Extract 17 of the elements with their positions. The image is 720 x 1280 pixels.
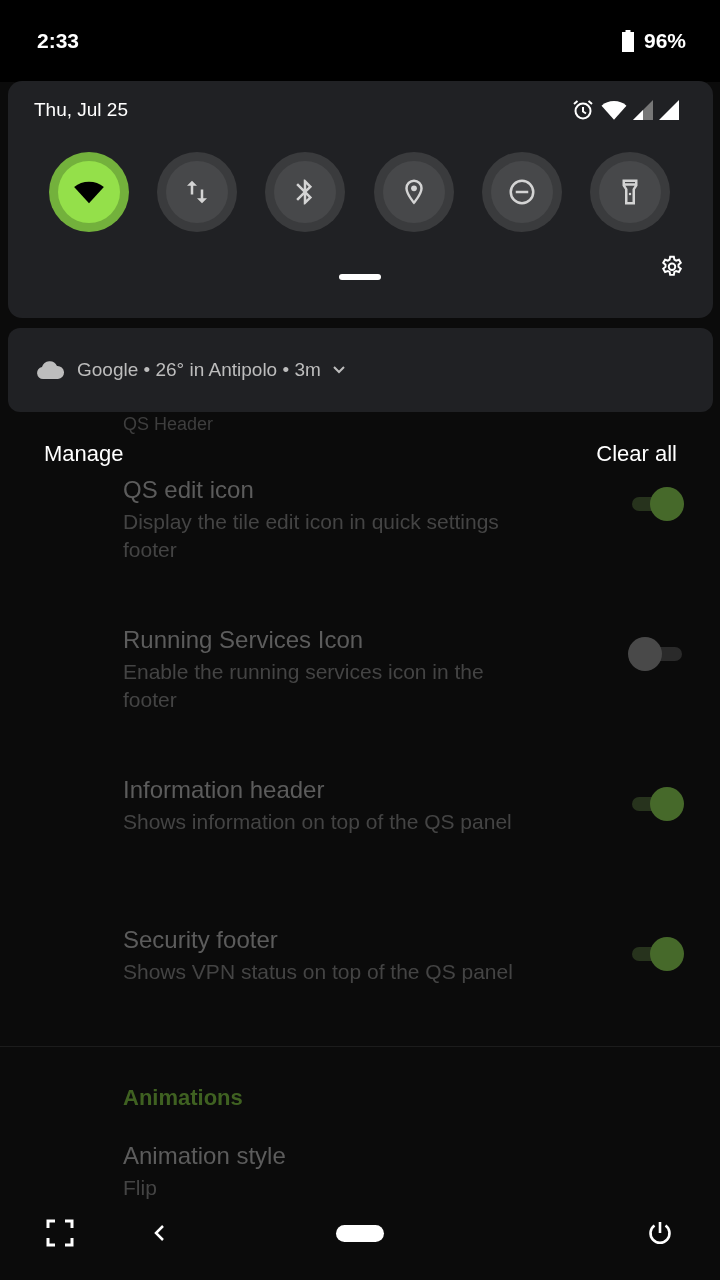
- setting-summary: Shows information on top of the QS panel: [123, 809, 513, 835]
- setting-title: QS edit icon: [123, 475, 255, 505]
- setting-value: Flip: [123, 1175, 158, 1201]
- setting-title: Security footer: [123, 925, 279, 955]
- manage-button[interactable]: Manage: [44, 441, 124, 467]
- setting-summary: Enable the running services icon in the footer: [123, 659, 485, 713]
- setting-summary: Shows VPN status on top of the QS panel: [123, 959, 514, 985]
- setting-summary: Display the tile edit icon in quick settings footer: [123, 509, 500, 563]
- date-text: Thu, Jul 25: [34, 99, 128, 121]
- setting-title: Animation style: [123, 1141, 287, 1171]
- clear-all-button[interactable]: Clear all: [596, 441, 677, 467]
- battery-percent: 96%: [643, 29, 686, 53]
- clock-time: 2:33: [37, 29, 80, 53]
- setting-title: Running Services Icon: [123, 625, 365, 655]
- section-header: Animations: [122, 1084, 244, 1112]
- notification-text: Google • 26° in Antipolo • 3m: [77, 359, 321, 381]
- setting-title: Information header: [123, 775, 326, 805]
